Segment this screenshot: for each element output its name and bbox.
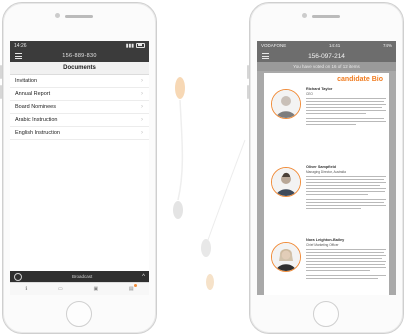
candidate-entry: Oliver Sampfield Managing Director, Aust… xyxy=(264,165,389,235)
candidate-photo xyxy=(271,242,301,272)
document-item-english-instruction[interactable]: English Instruction › xyxy=(10,127,149,140)
header-phone-number: 156-889-830 xyxy=(62,53,97,59)
settings-icon[interactable] xyxy=(14,272,22,281)
chevron-right-icon: › xyxy=(141,78,143,84)
document-item-label: Arabic Instruction xyxy=(15,117,58,123)
status-battery: 74% xyxy=(382,43,392,48)
document-item-label: Annual Report xyxy=(15,91,51,97)
candidate-role: Managing Director, Australia xyxy=(306,170,346,174)
chevron-right-icon: › xyxy=(141,130,143,136)
front-camera xyxy=(302,13,307,18)
home-button[interactable] xyxy=(313,301,339,327)
status-bar: 14:26 ▮▮▮ xyxy=(10,41,149,50)
vote-progress-banner: You have voted on 16 of 12 items xyxy=(257,62,396,71)
info-tab-icon[interactable]: ℹ xyxy=(25,286,27,292)
document-item-label: English Instruction xyxy=(15,130,60,136)
status-time: 14:41 xyxy=(328,43,341,48)
notification-badge xyxy=(133,284,137,287)
documents-tab-icon[interactable]: ▤ xyxy=(129,284,137,292)
volume-button xyxy=(0,65,2,79)
candidate-photo xyxy=(271,167,301,197)
candidate-role: CEO xyxy=(306,92,313,96)
status-carrier: VODAFONE xyxy=(261,43,287,48)
bio-overlay: candidate Bio Richard Taylor CEO Oliver … xyxy=(257,71,396,295)
candidate-role: Chief Marketing Officer xyxy=(306,243,339,247)
chevron-up-icon[interactable]: ^ xyxy=(142,274,145,280)
documents-title: Documents xyxy=(10,62,149,75)
orange-drop-shape xyxy=(175,77,185,99)
tab-bar: ℹ ▭ ▣ ▤ xyxy=(10,282,149,295)
status-time: 14:26 xyxy=(14,42,27,49)
front-camera xyxy=(55,13,60,18)
status-bar: VODAFONE 14:41 74% xyxy=(257,41,396,50)
orange-drop-shape xyxy=(206,274,214,290)
status-icons: ▮▮▮ xyxy=(126,43,145,49)
brand-logo: candidate Bio xyxy=(337,76,383,83)
app-header: 156-889-830 xyxy=(10,50,149,62)
app-header: 156-097-214 xyxy=(257,50,396,62)
bottom-area: Broadcast ^ ℹ ▭ ▣ ▤ xyxy=(10,271,149,295)
candidate-name: Oliver Sampfield xyxy=(306,165,336,169)
candidate-photo xyxy=(271,89,301,119)
connector-decoration xyxy=(173,77,246,290)
chevron-right-icon: › xyxy=(141,117,143,123)
earpiece xyxy=(65,15,93,18)
messages-tab-icon[interactable]: ▣ xyxy=(93,286,98,292)
document-item-label: Invitation xyxy=(15,78,38,84)
left-screen: 14:26 ▮▮▮ 156-889-830 Documents Invitati… xyxy=(10,41,149,295)
gray-drop-shape xyxy=(201,239,211,257)
curve-line xyxy=(207,139,246,241)
battery-icon xyxy=(136,42,145,49)
volume-button xyxy=(247,65,249,79)
broadcast-toolbar: Broadcast ^ xyxy=(10,271,149,282)
document-item-board-nominees[interactable]: Board Nominees › xyxy=(10,101,149,114)
candidate-name: Richard Taylor xyxy=(306,87,333,91)
candidate-name: Nora Leighton-Bailey xyxy=(306,238,345,242)
right-screen: VODAFONE 14:41 74% 156-097-214 You have … xyxy=(257,41,396,295)
signal-icon: ▮▮▮ xyxy=(125,42,134,49)
document-item-label: Board Nominees xyxy=(15,104,56,110)
candidate-entry: Richard Taylor CEO xyxy=(264,85,389,155)
document-item-arabic-instruction[interactable]: Arabic Instruction › xyxy=(10,114,149,127)
gray-drop-shape xyxy=(173,201,183,219)
broadcast-label[interactable]: Broadcast xyxy=(72,274,92,279)
left-phone: 14:26 ▮▮▮ 156-889-830 Documents Invitati… xyxy=(0,2,157,334)
candidate-entry: Nora Leighton-Bailey Chief Marketing Off… xyxy=(264,238,389,295)
volume-button xyxy=(0,85,2,99)
volume-button xyxy=(247,85,249,99)
curve-line xyxy=(177,99,184,201)
right-phone: VODAFONE 14:41 74% 156-097-214 You have … xyxy=(247,2,404,334)
chevron-right-icon: › xyxy=(141,91,143,97)
candidate-bio-card: candidate Bio Richard Taylor CEO Oliver … xyxy=(264,73,389,295)
document-item-invitation[interactable]: Invitation › xyxy=(10,75,149,88)
chevron-right-icon: › xyxy=(141,104,143,110)
home-button[interactable] xyxy=(66,301,92,327)
chat-tab-icon[interactable]: ▭ xyxy=(58,286,63,292)
earpiece xyxy=(312,15,340,18)
header-phone-number: 156-097-214 xyxy=(308,52,345,60)
document-item-annual-report[interactable]: Annual Report › xyxy=(10,88,149,101)
